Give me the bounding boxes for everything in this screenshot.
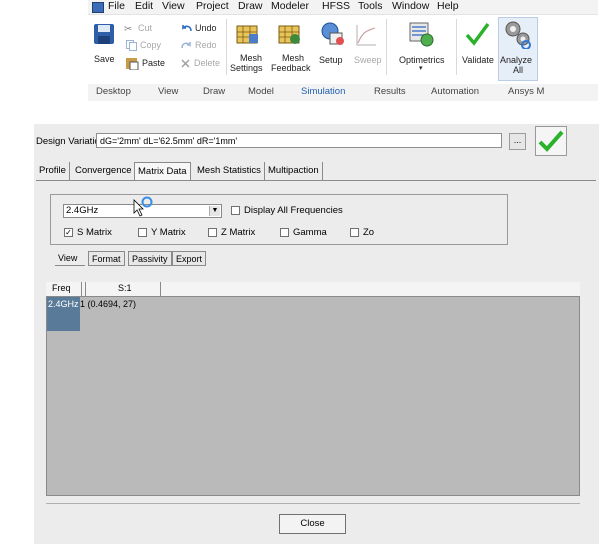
menu-project[interactable]: Project bbox=[196, 0, 229, 12]
ribbon-toolbar: Save ✂ Cut Copy Paste Undo Redo Delete M… bbox=[88, 14, 598, 86]
setup-icon[interactable] bbox=[320, 21, 346, 47]
zo-label: Zo bbox=[363, 227, 375, 238]
ribbon-tab-view[interactable]: View bbox=[158, 86, 178, 97]
optimetrics-icon[interactable] bbox=[408, 21, 434, 47]
delete-icon[interactable] bbox=[180, 58, 191, 69]
menu-tools[interactable]: Tools bbox=[358, 0, 383, 12]
ribbon-tab-simulation[interactable]: Simulation bbox=[301, 86, 345, 97]
menu-draw[interactable]: Draw bbox=[238, 0, 263, 12]
ribbon-tab-results[interactable]: Results bbox=[374, 86, 406, 97]
app-icon bbox=[92, 2, 104, 13]
display-all-frequencies-checkbox[interactable] bbox=[231, 206, 240, 215]
matrix-grid[interactable] bbox=[46, 282, 580, 496]
subtab-format[interactable]: Format bbox=[88, 251, 125, 266]
undo-button[interactable]: Undo bbox=[195, 23, 217, 33]
toolbar-separator bbox=[456, 19, 457, 75]
display-all-frequencies-label: Display All Frequencies bbox=[244, 205, 343, 216]
sweep-icon[interactable] bbox=[355, 23, 377, 47]
copy-button[interactable]: Copy bbox=[140, 40, 161, 50]
gamma-label: Gamma bbox=[293, 227, 327, 238]
analyze-all-label-1[interactable]: Analyze bbox=[500, 55, 532, 65]
y-matrix-label: Y Matrix bbox=[151, 227, 186, 238]
menu-view[interactable]: View bbox=[162, 0, 185, 12]
y-matrix-checkbox[interactable] bbox=[138, 228, 147, 237]
grid-header-separator bbox=[160, 282, 161, 297]
gamma-checkbox[interactable] bbox=[280, 228, 289, 237]
copy-icon[interactable] bbox=[126, 40, 138, 51]
redo-icon[interactable] bbox=[180, 40, 192, 50]
svg-text:✂: ✂ bbox=[124, 24, 132, 33]
grid-header-separator bbox=[81, 282, 82, 297]
zo-checkbox[interactable] bbox=[350, 228, 359, 237]
subtab-passivity[interactable]: Passivity bbox=[128, 251, 172, 266]
tab-mesh-statistics[interactable]: Mesh Statistics bbox=[194, 162, 265, 180]
tab-profile[interactable]: Profile bbox=[36, 162, 70, 180]
subtab-view[interactable]: View bbox=[55, 251, 85, 266]
analyze-all-gears-icon[interactable] bbox=[502, 19, 532, 49]
s-matrix-label: S Matrix bbox=[77, 227, 112, 238]
menu-hfss[interactable]: HFSS bbox=[322, 0, 350, 12]
converged-status bbox=[535, 126, 567, 156]
table-row-freq[interactable]: 2.4GHz bbox=[48, 299, 79, 309]
menu-window[interactable]: Window bbox=[392, 0, 429, 12]
sweep-button[interactable]: Sweep bbox=[354, 55, 382, 65]
redo-button[interactable]: Redo bbox=[195, 40, 217, 50]
s-matrix-checkbox[interactable]: ✓ bbox=[64, 228, 73, 237]
tab-convergence[interactable]: Convergence bbox=[72, 162, 136, 180]
validate-check-icon[interactable] bbox=[464, 21, 490, 47]
ribbon-tab-model[interactable]: Model bbox=[248, 86, 274, 97]
toolbar-separator bbox=[386, 19, 387, 75]
menu-help[interactable]: Help bbox=[437, 0, 459, 12]
save-button[interactable]: Save bbox=[94, 54, 115, 64]
grid-header-s1[interactable]: S:1 bbox=[118, 283, 132, 293]
menu-edit[interactable]: Edit bbox=[135, 0, 153, 12]
ribbon-tab-desktop[interactable]: Desktop bbox=[96, 86, 131, 97]
tab-divider bbox=[36, 180, 596, 181]
tab-multipaction[interactable]: Multipaction bbox=[265, 162, 323, 180]
design-variation-browse-button[interactable]: ... bbox=[509, 133, 526, 150]
grid-header-freq[interactable]: Freq bbox=[52, 283, 71, 293]
table-row-s1-value[interactable]: 1 (0.4694, 27) bbox=[80, 299, 136, 309]
tab-matrix-data[interactable]: Matrix Data bbox=[134, 162, 191, 180]
z-matrix-checkbox[interactable] bbox=[208, 228, 217, 237]
mesh-feedback-label-2[interactable]: Feedback bbox=[271, 63, 311, 73]
mouse-cursor-icon bbox=[133, 196, 153, 217]
save-icon[interactable] bbox=[93, 23, 115, 45]
frequency-select-value: 2.4GHz bbox=[66, 205, 99, 216]
toolbar-separator bbox=[226, 19, 227, 75]
validate-button[interactable]: Validate bbox=[462, 55, 494, 65]
ribbon-tab-draw[interactable]: Draw bbox=[203, 86, 225, 97]
mesh-settings-label-1[interactable]: Mesh bbox=[240, 53, 262, 63]
z-matrix-label: Z Matrix bbox=[221, 227, 256, 238]
ribbon-tab-automation[interactable]: Automation bbox=[431, 86, 479, 97]
cut-icon[interactable]: ✂ bbox=[124, 23, 134, 33]
paste-button[interactable]: Paste bbox=[142, 58, 165, 68]
mesh-feedback-icon[interactable] bbox=[278, 23, 302, 45]
analyze-all-label-2[interactable]: All bbox=[513, 65, 523, 75]
menu-bar: File Edit View Project Draw Modeler HFSS… bbox=[88, 0, 598, 14]
mesh-settings-icon[interactable] bbox=[236, 23, 260, 45]
design-variation-field[interactable]: dG='2mm' dL='62.5mm' dR='1mm' bbox=[96, 133, 502, 148]
subtab-export[interactable]: Export bbox=[172, 251, 207, 266]
paste-icon[interactable] bbox=[125, 57, 139, 70]
menu-modeler[interactable]: Modeler bbox=[271, 0, 309, 12]
optimetrics-dropdown-icon[interactable]: ▾ bbox=[419, 64, 423, 72]
mesh-feedback-label-1[interactable]: Mesh bbox=[282, 53, 304, 63]
mesh-settings-label-2[interactable]: Settings bbox=[230, 63, 263, 73]
delete-button[interactable]: Delete bbox=[194, 58, 220, 68]
chevron-down-icon[interactable]: ▼ bbox=[209, 206, 220, 216]
converged-check-icon bbox=[538, 130, 564, 152]
ribbon-tabs: Desktop View Draw Model Simulation Resul… bbox=[88, 84, 598, 101]
cut-button[interactable]: Cut bbox=[138, 23, 152, 33]
ribbon-tab-ansys-m[interactable]: Ansys M bbox=[508, 86, 544, 97]
menu-file[interactable]: File bbox=[108, 0, 125, 12]
dialog-bottom-divider bbox=[46, 503, 580, 504]
matrix-options-group bbox=[50, 194, 508, 245]
undo-icon[interactable] bbox=[181, 23, 193, 33]
setup-button[interactable]: Setup bbox=[319, 55, 343, 65]
close-button[interactable]: Close bbox=[279, 514, 346, 534]
grid-header-separator bbox=[85, 282, 86, 297]
